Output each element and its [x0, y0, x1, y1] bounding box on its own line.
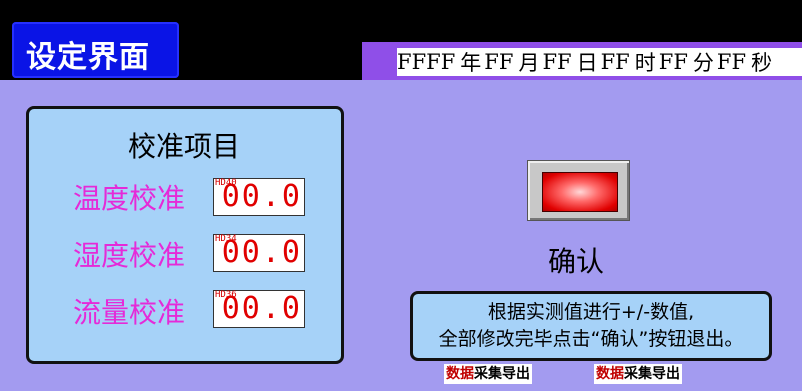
day-value: FF — [542, 50, 572, 74]
humidity-calibration-label: 湿度校准 — [73, 239, 186, 272]
confirm-button-lamp — [542, 172, 618, 212]
year-unit: 年 — [460, 51, 482, 75]
instruction-line-2: 全部修改完毕点击“确认”按钮退出。 — [438, 328, 744, 350]
export-label-rest: 采集导出 — [474, 366, 530, 382]
temperature-calibration-label: 温度校准 — [73, 182, 186, 215]
export-label-prefix: 数据 — [596, 366, 624, 382]
year-value: FFFF — [397, 50, 456, 74]
calibration-title: 校准项目 — [128, 130, 241, 163]
day-unit: 日 — [576, 51, 598, 75]
temperature-value: 00.0 — [221, 179, 302, 214]
minute-value: FF — [658, 50, 688, 74]
flow-calibration-label: 流量校准 — [73, 296, 186, 329]
flow-calibration-input[interactable]: HD36 00.0 — [213, 290, 305, 328]
export-label-prefix: 数据 — [446, 366, 474, 382]
second-unit: 秒 — [751, 51, 773, 75]
hour-unit: 时 — [634, 51, 656, 75]
page-title-box: 设定界面 — [12, 22, 179, 78]
temperature-calibration-input[interactable]: HD40 00.0 — [213, 178, 305, 216]
calibration-panel: 校准项目 温度校准 HD40 00.0 湿度校准 HD34 00.0 流量校准 … — [26, 106, 344, 364]
instruction-line-1: 根据实测值进行+/-数值, — [487, 301, 695, 323]
month-value: FF — [484, 50, 514, 74]
humidity-value: 00.0 — [221, 235, 302, 270]
datetime-display: FFFF 年 FF 月 FF 日 FF 时 FF 分 FF 秒 — [397, 48, 802, 76]
humidity-calibration-input[interactable]: HD34 00.0 — [213, 234, 305, 272]
instruction-note: 根据实测值进行+/-数值, 全部修改完毕点击“确认”按钮退出。 — [410, 291, 772, 361]
page-title: 设定界面 — [26, 40, 150, 75]
export-button-1[interactable]: 数据采集导出 — [444, 364, 532, 384]
export-button-2[interactable]: 数据采集导出 — [594, 364, 682, 384]
confirm-label: 确认 — [548, 245, 605, 278]
hour-value: FF — [600, 50, 630, 74]
flow-value: 00.0 — [221, 291, 302, 326]
month-unit: 月 — [518, 51, 540, 75]
second-value: FF — [716, 50, 747, 74]
confirm-button[interactable] — [527, 160, 630, 221]
minute-unit: 分 — [692, 51, 714, 75]
export-label-rest: 采集导出 — [624, 366, 680, 382]
